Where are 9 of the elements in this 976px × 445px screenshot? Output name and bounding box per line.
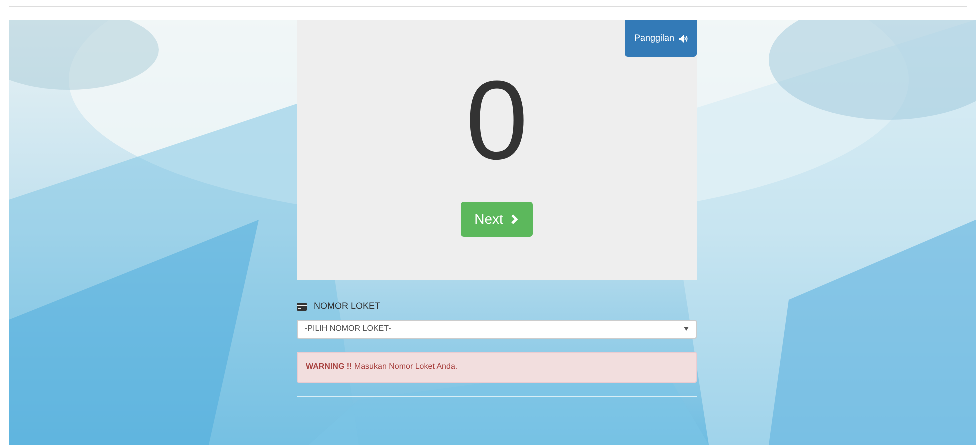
dropdown-icon: [684, 327, 689, 331]
speaker-icon: [678, 34, 688, 42]
chevron-right-icon: [511, 214, 520, 225]
next-button[interactable]: Next: [461, 202, 533, 237]
call-button[interactable]: Panggilan: [625, 20, 697, 57]
queue-number: 0: [466, 65, 528, 177]
counter-select[interactable]: -PILIH NOMOR LOKET-: [297, 320, 697, 338]
field-label: NOMOR LOKET: [314, 300, 381, 313]
warning-message: WARNING !! Masukan Nomor Loket Anda.: [306, 361, 458, 373]
